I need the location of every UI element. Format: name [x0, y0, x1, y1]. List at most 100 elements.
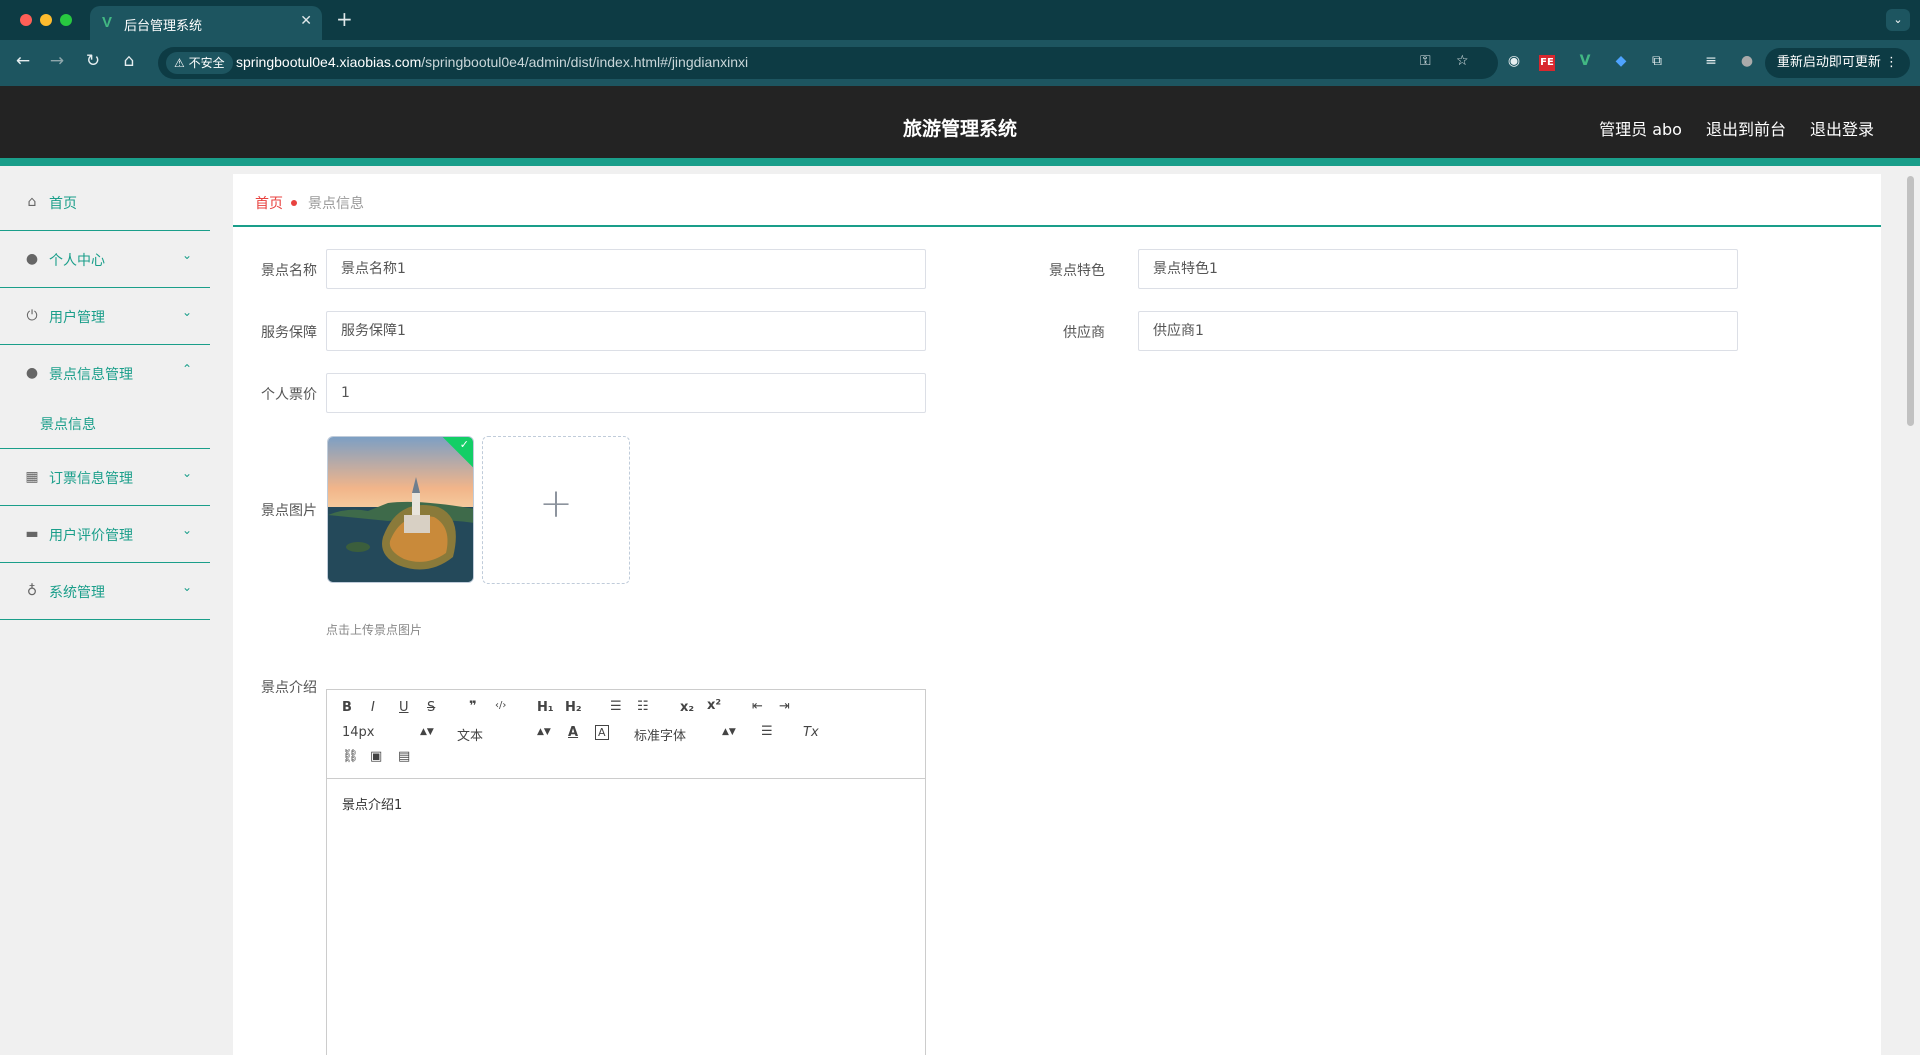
scenic-name-label: 景点名称	[261, 263, 317, 279]
scenic-image-label: 景点图片	[261, 503, 317, 519]
ordered-list-button[interactable]: ☰	[610, 699, 622, 714]
font-size-value: 14px	[342, 725, 375, 740]
power-icon: ⏻	[26, 308, 38, 324]
sidebar-subitem-label: 景点信息	[40, 417, 96, 433]
service-guarantee-input[interactable]: 服务保障1	[326, 311, 926, 351]
sidebar-item-ticket-management[interactable]: ▦ 订票信息管理 ⌄	[0, 449, 210, 506]
extension-drop-icon[interactable]: ◆	[1610, 53, 1632, 69]
image-button[interactable]: ▣	[370, 749, 382, 764]
chevron-down-icon: ⌄	[181, 523, 192, 537]
header-1-button[interactable]: H₁	[537, 700, 554, 715]
outdent-button[interactable]: ⇤	[752, 699, 763, 714]
align-button[interactable]: ☰	[761, 724, 773, 739]
sidebar-item-label: 个人中心	[49, 253, 105, 269]
profile-avatar-icon[interactable]: ●	[1736, 53, 1758, 69]
exit-to-front-link[interactable]: 退出到前台	[1706, 116, 1786, 140]
header-2-button[interactable]: H₂	[565, 700, 582, 715]
vue-logo-icon: V	[102, 14, 113, 31]
url-text[interactable]: springbootul0e4.xiaobias.com/springbootu…	[236, 54, 748, 70]
chevron-down-icon: ⌄	[181, 305, 192, 319]
url-path: /springbootul0e4/admin/dist/index.html#/…	[421, 54, 749, 70]
scenic-feature-input[interactable]: 景点特色1	[1138, 249, 1738, 289]
editor-toolbar: B I U S ❞ ‹/› H₁ H₂ ☰ ☷ x₂ x² ⇤ ⇥ 14px ▲▼…	[327, 690, 925, 779]
code-block-button[interactable]: ‹/›	[495, 700, 506, 711]
app-header: 旅游管理系统 管理员 abo 退出到前台 退出登录	[0, 86, 1920, 166]
address-bar[interactable]: ⚠ 不安全 springbootul0e4.xiaobias.com/sprin…	[158, 47, 1498, 79]
sidebar-subitem-scenic-info[interactable]: 景点信息	[0, 402, 210, 449]
subscript-button[interactable]: x₂	[680, 700, 694, 715]
bold-button[interactable]: B	[342, 700, 352, 715]
scenic-intro-label: 景点介绍	[261, 680, 317, 696]
select-arrows-icon: ▲▼	[537, 727, 551, 737]
scenic-name-input[interactable]: 景点名称1	[326, 249, 926, 289]
strike-button[interactable]: S	[427, 700, 435, 715]
back-arrow-icon[interactable]: ←	[12, 51, 34, 71]
font-family-select[interactable]: 标准字体 ▲▼	[634, 725, 736, 744]
close-tab-icon[interactable]: ✕	[300, 13, 312, 29]
mic-icon: ♁	[26, 583, 38, 599]
new-tab-icon[interactable]: +	[336, 7, 353, 31]
breadcrumb-home-link[interactable]: 首页	[255, 193, 283, 213]
tab-search-chevron-icon[interactable]: ⌄	[1886, 9, 1910, 31]
underline-button[interactable]: U	[399, 700, 409, 715]
supplier-input[interactable]: 供应商1	[1138, 311, 1738, 351]
header-select-value: 文本	[457, 729, 484, 744]
reload-icon[interactable]: ↻	[82, 51, 104, 71]
blockquote-button[interactable]: ❞	[469, 699, 477, 714]
font-size-select[interactable]: 14px ▲▼	[342, 725, 434, 740]
reading-list-icon[interactable]: ≡	[1700, 53, 1722, 69]
editor-content[interactable]: 景点介绍1	[342, 794, 402, 813]
rich-text-editor: B I U S ❞ ‹/› H₁ H₂ ☰ ☷ x₂ x² ⇤ ⇥ 14px ▲▼…	[326, 689, 926, 1055]
sidebar-item-home[interactable]: ⌂ 首页	[0, 174, 210, 231]
sidebar-item-system-management[interactable]: ♁ 系统管理 ⌄	[0, 563, 210, 620]
extension-fe-icon[interactable]: FE	[1539, 55, 1555, 71]
forward-arrow-icon[interactable]: →	[46, 51, 68, 71]
update-button[interactable]: 重新启动即可更新 ⋮	[1764, 48, 1910, 78]
supplier-label: 供应商	[1063, 325, 1105, 341]
add-image-button[interactable]: +	[482, 436, 630, 584]
uploaded-scenic-image[interactable]: ✓	[327, 436, 474, 583]
sidebar-item-user-management[interactable]: ⏻ 用户管理 ⌄	[0, 288, 210, 345]
chevron-down-icon: ⌄	[181, 248, 192, 262]
star-icon[interactable]: ☆	[1456, 53, 1469, 69]
extension-vue-icon[interactable]: V	[1574, 53, 1596, 69]
upload-tip: 点击上传景点图片	[326, 623, 423, 637]
chevron-up-icon: ⌃	[181, 362, 192, 376]
admin-user-label: 管理员 abo	[1599, 120, 1682, 139]
close-window-button[interactable]	[20, 14, 32, 26]
link-button[interactable]: ⛓	[342, 749, 359, 764]
text-color-button[interactable]: A	[568, 725, 578, 740]
sidebar-item-review-management[interactable]: ▬ 用户评价管理 ⌄	[0, 506, 210, 563]
video-button[interactable]: ▤	[398, 749, 410, 764]
extensions-puzzle-icon[interactable]: ⧉	[1646, 53, 1668, 69]
italic-button[interactable]: I	[371, 700, 375, 715]
security-indicator[interactable]: ⚠ 不安全	[166, 52, 233, 74]
breadcrumb-current: 景点信息	[308, 196, 364, 212]
indent-button[interactable]: ⇥	[779, 699, 790, 714]
sidebar-item-label: 订票信息管理	[49, 471, 133, 487]
header-links: 管理员 abo 退出到前台 退出登录	[1599, 116, 1874, 140]
bullet-list-button[interactable]: ☷	[637, 699, 649, 714]
ticket-price-input[interactable]: 1	[326, 373, 926, 413]
main-content: 首页 景点信息 景点名称 景点名称1 景点特色 景点特色1 服务保障 服务保障1…	[233, 174, 1881, 1055]
sidebar-item-scenic-management[interactable]: ● 景点信息管理 ⌃	[0, 345, 210, 402]
font-family-value: 标准字体	[634, 729, 687, 744]
home-icon[interactable]: ⌂	[118, 51, 140, 71]
clean-format-button[interactable]: Tx	[803, 725, 819, 740]
logout-link[interactable]: 退出登录	[1810, 116, 1874, 140]
sidebar-item-personal-center[interactable]: ● 个人中心 ⌄	[0, 231, 210, 288]
inbox-icon: ▬	[25, 526, 39, 542]
browser-tab[interactable]: V 后台管理系统 ✕	[90, 6, 322, 40]
select-arrows-icon: ▲▼	[722, 727, 736, 737]
superscript-button[interactable]: x²	[707, 698, 721, 713]
breadcrumb-separator-dot	[291, 200, 297, 206]
page-scrollbar[interactable]	[1907, 176, 1914, 426]
header-select[interactable]: 文本 ▲▼	[457, 725, 551, 744]
sidebar-item-label: 景点信息管理	[49, 367, 133, 383]
key-icon[interactable]: ⚿	[1420, 53, 1431, 69]
maximize-window-button[interactable]	[60, 14, 72, 26]
minimize-window-button[interactable]	[40, 14, 52, 26]
extension-owl-icon[interactable]: ◉	[1503, 53, 1525, 69]
background-color-button[interactable]: A	[595, 725, 609, 740]
breadcrumb: 首页 景点信息	[233, 174, 1881, 227]
